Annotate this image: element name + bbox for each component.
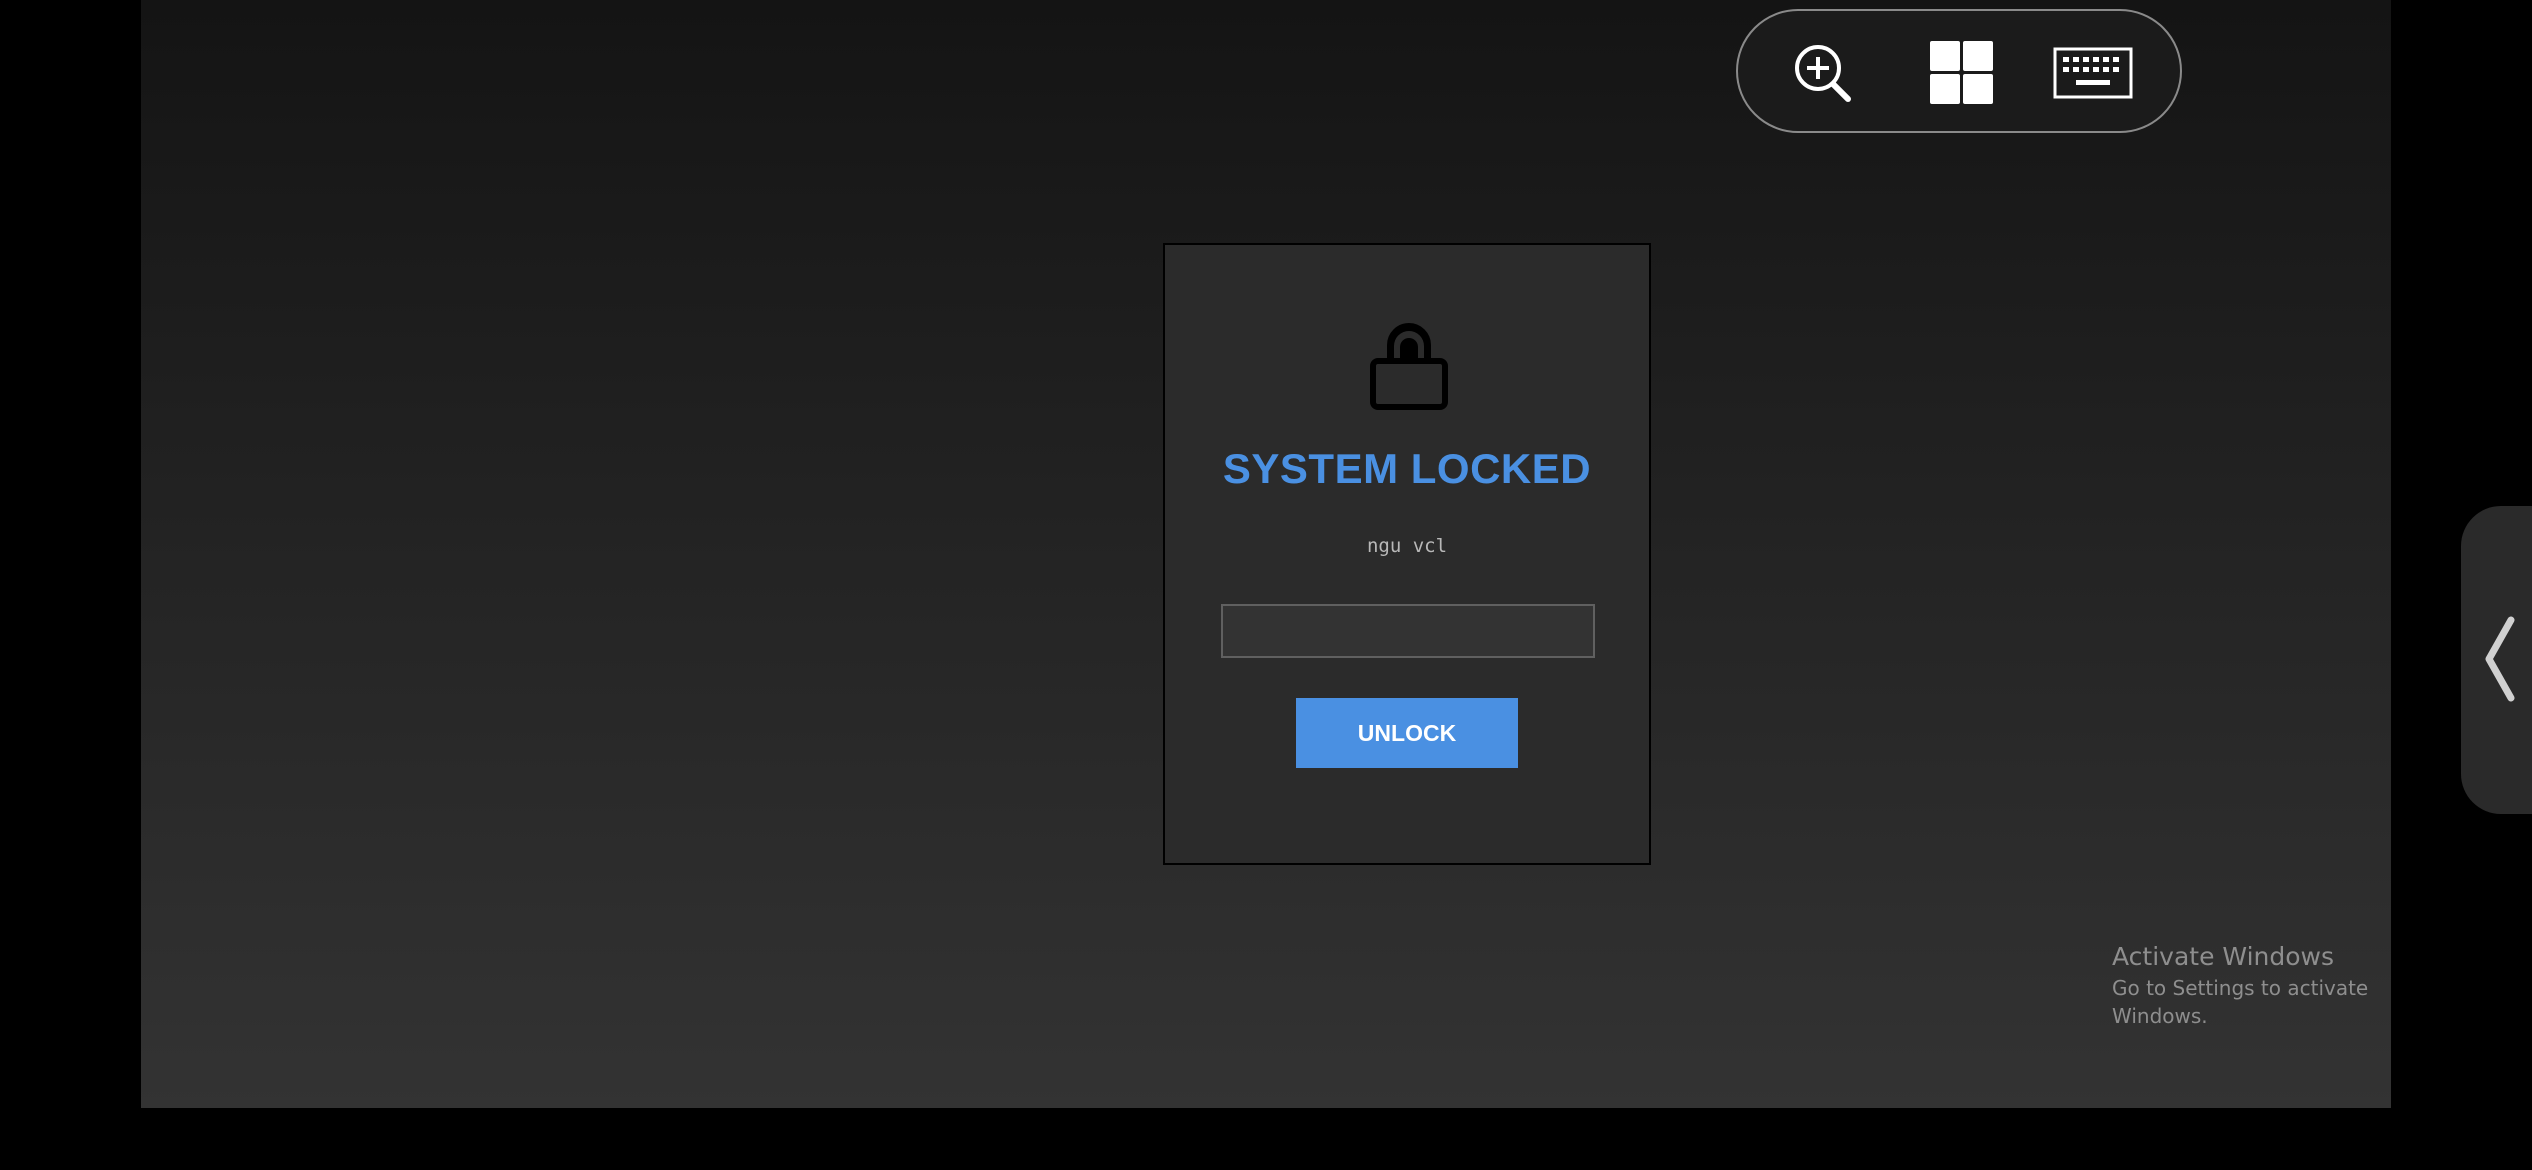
chevron-left-icon bbox=[2485, 616, 2515, 702]
lock-title: SYSTEM LOCKED bbox=[1222, 445, 1592, 492]
remote-toolbar bbox=[1736, 9, 2182, 133]
keyboard-icon bbox=[2053, 47, 2133, 99]
keyboard-button[interactable] bbox=[2052, 41, 2136, 105]
watermark-title: Activate Windows bbox=[2112, 942, 2334, 971]
padlock-icon bbox=[1370, 323, 1448, 410]
windows-icon bbox=[1930, 41, 1993, 104]
activate-windows-watermark: Activate Windows Go to Settings to activ… bbox=[2112, 940, 2391, 1030]
watermark-subtitle: Go to Settings to activate Windows. bbox=[2112, 976, 2369, 1028]
lock-dialog: SYSTEM LOCKED ngu vcl UNLOCK bbox=[1163, 243, 1651, 865]
windows-button[interactable] bbox=[1926, 41, 1996, 105]
zoom-in-icon bbox=[1795, 45, 1851, 102]
remote-desktop-screen: SYSTEM LOCKED ngu vcl UNLOCK Activate Wi… bbox=[141, 0, 2391, 1108]
password-input[interactable] bbox=[1221, 604, 1595, 658]
zoom-in-button[interactable] bbox=[1788, 41, 1858, 105]
lock-subtitle: ngu vcl bbox=[1366, 535, 1448, 557]
unlock-button[interactable]: UNLOCK bbox=[1296, 698, 1518, 768]
side-panel-toggle[interactable] bbox=[2461, 506, 2532, 814]
